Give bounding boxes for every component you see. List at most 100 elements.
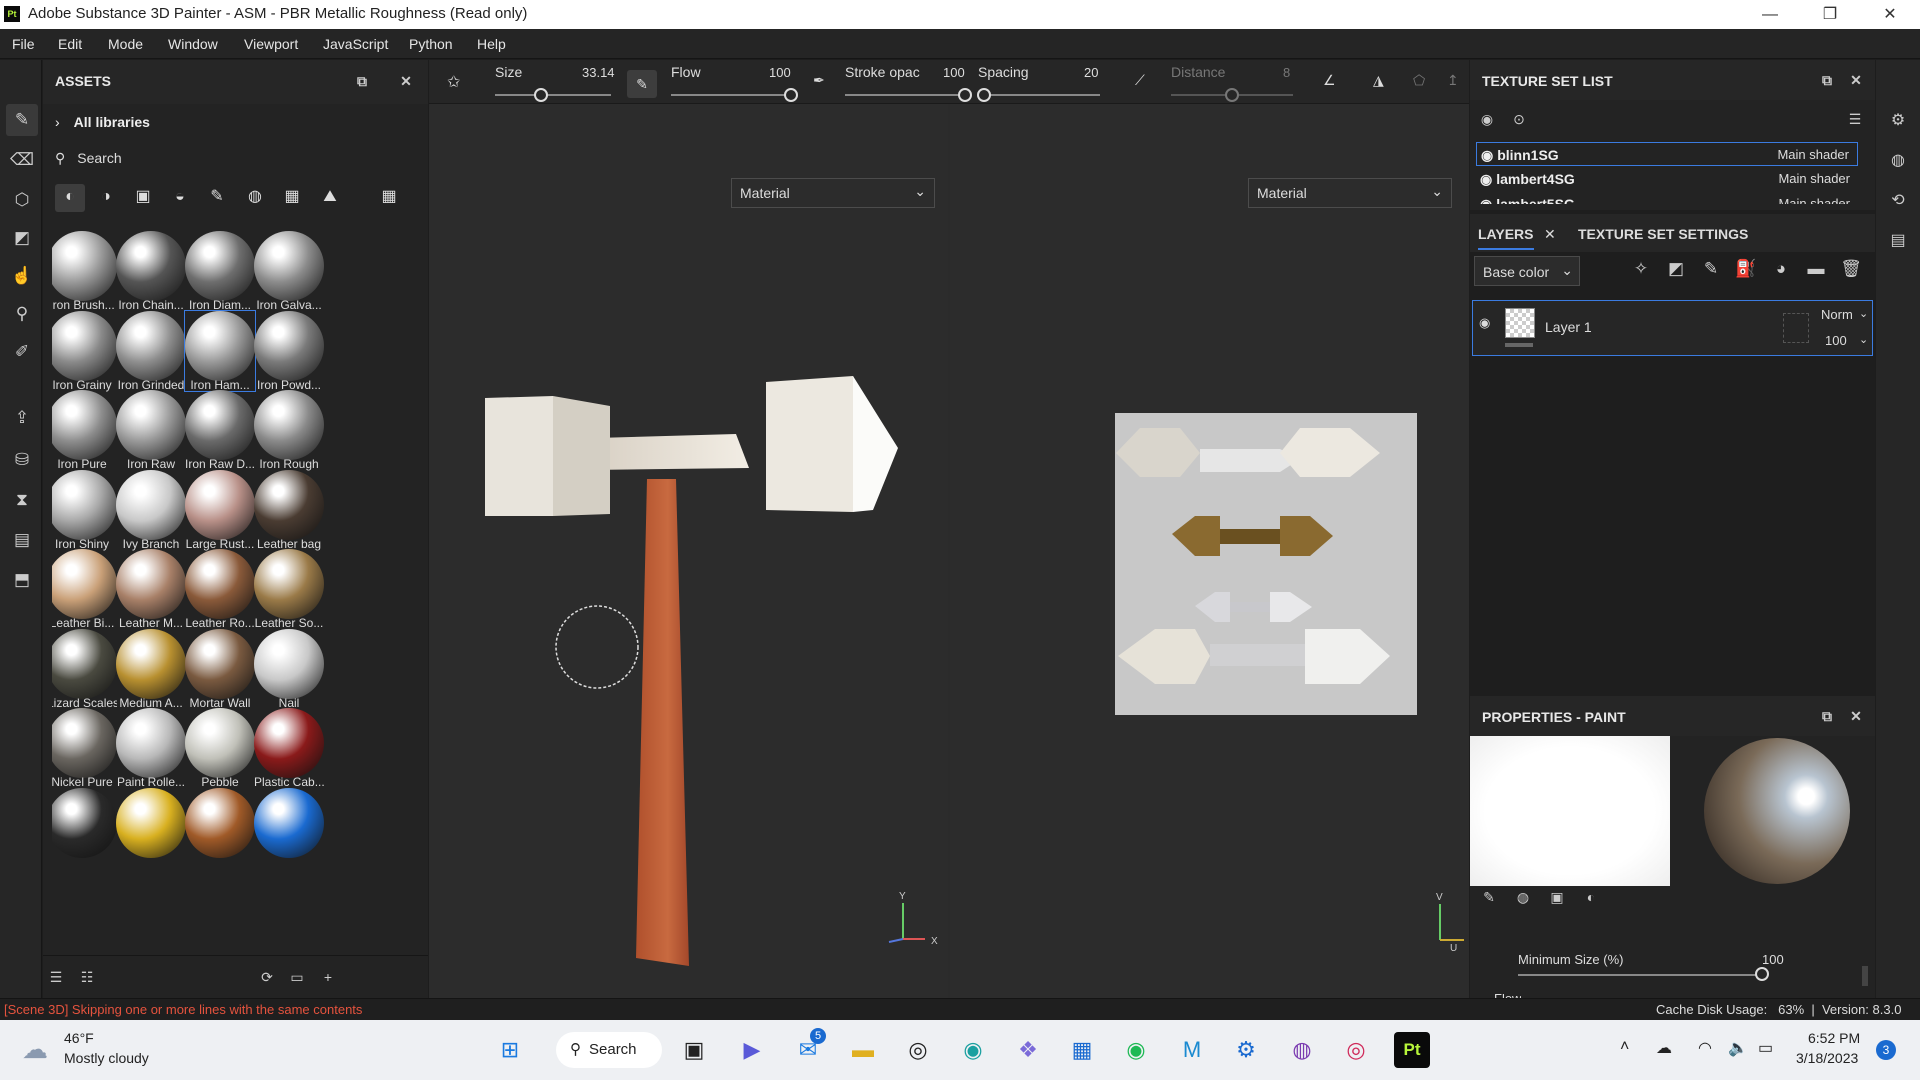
asset-tile[interactable]: Nickel Pure <box>52 708 117 789</box>
asset-tile[interactable]: Iron Diam... <box>185 231 255 312</box>
procedurals-filter-icon[interactable]: ◍ <box>240 184 270 212</box>
library-selector[interactable]: › All libraries <box>55 114 150 130</box>
creative-cloud-icon[interactable]: ◎ <box>1338 1032 1374 1068</box>
asset-tile[interactable]: Iron Shiny <box>52 469 117 551</box>
asset-tile[interactable]: Iron Grinded <box>116 310 186 392</box>
spacing-slider[interactable] <box>977 88 992 102</box>
size-slider[interactable] <box>534 88 549 102</box>
min-size-slider[interactable] <box>1755 967 1769 981</box>
menu-window[interactable]: Window <box>168 36 218 52</box>
store-icon[interactable]: ▦ <box>1064 1032 1100 1068</box>
spotify-icon[interactable]: ◉ <box>1118 1032 1154 1068</box>
asset-tile[interactable] <box>185 787 255 868</box>
undock-icon[interactable]: ⧉ <box>1816 705 1838 727</box>
color-picker-icon[interactable]: ✐ <box>6 336 38 368</box>
undock-icon[interactable]: ⧉ <box>351 70 373 92</box>
close-icon[interactable]: ✕ <box>1845 705 1867 727</box>
brush-icon[interactable]: ✎ <box>6 104 38 136</box>
refresh-icon[interactable]: ⟳ <box>256 966 278 988</box>
taskbar-search[interactable]: ⚲ Search <box>556 1032 662 1068</box>
copilot-icon[interactable]: ❖ <box>1010 1032 1046 1068</box>
asset-tile[interactable]: Iron Powd... <box>254 310 324 392</box>
asset-tile[interactable]: Iron Galva... <box>254 231 324 312</box>
battery-icon[interactable]: ▭ <box>1758 1038 1773 1058</box>
blend-mode[interactable]: Norm <box>1821 307 1853 322</box>
asset-tile[interactable]: Iron Raw D... <box>185 390 255 471</box>
more-icon[interactable]: ↥ <box>1447 72 1459 89</box>
lazy-mouse-icon[interactable]: ⟋ <box>1135 72 1145 89</box>
chevron-up-icon[interactable]: ˄ <box>1620 1038 1629 1056</box>
wifi-icon[interactable]: ◠ <box>1698 1038 1712 1058</box>
eye-icon[interactable]: ◉ <box>1480 171 1492 188</box>
brushes-filter-icon[interactable]: ✎ <box>202 184 232 212</box>
alpha-icon[interactable]: ◍ <box>1512 886 1534 908</box>
uv-icon[interactable]: ⬒ <box>6 564 38 596</box>
shader-settings-icon[interactable]: ◍ <box>1887 150 1909 172</box>
asset-tile[interactable]: Iron Chain... <box>116 231 186 312</box>
volume-icon[interactable]: 🔈 <box>1728 1038 1748 1058</box>
solo-icon[interactable]: ⊙ <box>1508 108 1530 130</box>
clone-icon[interactable]: ⚲ <box>6 298 38 330</box>
environments-filter-icon[interactable]: ⛰ <box>315 184 345 212</box>
add-icon[interactable]: + <box>317 966 339 988</box>
texture-set-row[interactable]: ◉ lambert5SG Main shader <box>1476 192 1858 204</box>
clock-time[interactable]: 6:52 PM <box>1808 1030 1860 1046</box>
close-icon[interactable]: ✕ <box>1845 69 1867 91</box>
history-icon[interactable]: ⟲ <box>1887 190 1909 212</box>
eye-icon[interactable]: ◉ <box>1480 196 1492 204</box>
menu-mode[interactable]: Mode <box>108 36 143 52</box>
asset-tile[interactable]: Iron Ham... <box>184 309 256 392</box>
close-icon[interactable]: ✕ <box>1860 0 1920 29</box>
add-effect-icon[interactable]: ✧ <box>1630 258 1652 280</box>
close-icon[interactable]: ✕ <box>395 70 417 92</box>
settings-icon[interactable]: ⚙ <box>1228 1032 1264 1068</box>
notification-badge[interactable]: 3 <box>1876 1040 1896 1060</box>
edge-icon[interactable]: ◉ <box>955 1032 991 1068</box>
maya-icon[interactable]: M <box>1174 1032 1210 1068</box>
menu-file[interactable]: File <box>12 36 35 52</box>
minimize-icon[interactable]: — <box>1740 0 1800 29</box>
hourglass-icon[interactable]: ⧗ <box>6 484 38 516</box>
eye-icon[interactable]: ◉ <box>1481 147 1493 164</box>
projection-icon[interactable]: ⬡ <box>6 184 38 216</box>
distance-slider[interactable] <box>1225 88 1239 102</box>
pen-pressure-icon[interactable]: ✒ <box>813 72 825 89</box>
restore-icon[interactable]: ❐ <box>1800 0 1860 29</box>
smart-masks-filter-icon[interactable]: ◒ <box>165 184 195 212</box>
asset-tile[interactable]: Leather So... <box>254 549 324 630</box>
asset-tile[interactable]: Plastic Cab... <box>254 708 324 789</box>
start-icon[interactable]: ⊞ <box>492 1032 528 1068</box>
layer-opacity[interactable]: 100 <box>1825 333 1847 348</box>
asset-tile[interactable]: Leather bag <box>254 469 324 551</box>
add-folder-icon[interactable]: ▬ <box>1805 258 1827 280</box>
asset-tile[interactable]: Mortar Wall <box>185 628 255 710</box>
asset-tile[interactable] <box>52 787 117 868</box>
add-fill-layer-icon[interactable]: ⛽ <box>1735 258 1757 280</box>
symmetry-icon[interactable]: ✩ <box>447 72 460 92</box>
clock-date[interactable]: 3/18/2023 <box>1796 1050 1858 1066</box>
textures-filter-icon[interactable]: ▦ <box>277 184 307 212</box>
asset-tile[interactable]: Leather Bi... <box>52 549 117 630</box>
bake-icon[interactable]: ⇪ <box>6 402 38 434</box>
asset-tile[interactable]: Iron Grainy <box>52 310 117 392</box>
brush-angle-icon[interactable]: ✎ <box>627 70 657 98</box>
sort-icon[interactable]: ☰ <box>45 966 67 988</box>
delete-icon[interactable]: 🗑 <box>1840 258 1862 280</box>
material-icon[interactable]: ◐ <box>1580 886 1602 908</box>
visibility-toggle-icon[interactable]: ◉ <box>1476 108 1498 130</box>
eye-icon[interactable]: ◉ <box>1479 315 1490 331</box>
asset-tile[interactable]: Nail <box>254 628 324 710</box>
asset-tile[interactable]: Leather Ro... <box>185 549 255 630</box>
material-picker-icon[interactable]: ⛁ <box>6 444 38 476</box>
asset-tile[interactable]: Iron Raw <box>116 390 186 471</box>
asset-tile[interactable]: Lizard Scales <box>52 628 117 710</box>
task-view-icon[interactable]: ▣ <box>676 1032 712 1068</box>
texture-set-icon[interactable]: ▤ <box>6 524 38 556</box>
angle-icon[interactable]: ∠ <box>1323 72 1336 89</box>
teams-icon[interactable]: ▶ <box>734 1032 770 1068</box>
eraser-icon[interactable]: ⌫ <box>6 144 38 176</box>
stencil-icon[interactable]: ▣ <box>1546 886 1568 908</box>
asset-tile[interactable]: Pebble <box>185 708 255 789</box>
smart-materials-filter-icon[interactable]: ◑ <box>91 184 121 212</box>
properties-scrollbar[interactable] <box>1862 966 1868 986</box>
